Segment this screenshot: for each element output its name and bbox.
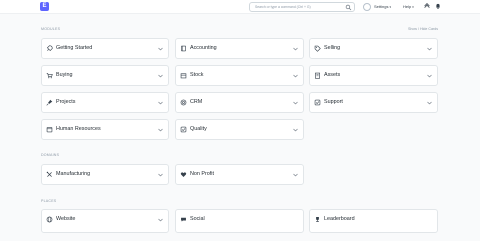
- notification-icon[interactable]: [423, 2, 431, 10]
- module-label: Buying: [56, 72, 73, 78]
- module-label: Accounting: [190, 45, 217, 51]
- module-label: CRM: [190, 99, 203, 105]
- chevron-down-icon[interactable]: [158, 74, 163, 78]
- domain-card-non-profit[interactable]: Non Profit: [175, 164, 304, 185]
- module-card-human-resources[interactable]: Human Resources: [41, 119, 169, 140]
- domain-label: Manufacturing: [56, 171, 91, 177]
- app-logo[interactable]: E: [40, 2, 49, 11]
- module-card-support[interactable]: Support: [309, 92, 438, 113]
- show-hide-cards-link[interactable]: Show / Hide Cards: [408, 27, 438, 32]
- module-card-buying[interactable]: Buying: [41, 65, 169, 86]
- pin-icon: [46, 99, 53, 106]
- chevron-down-icon[interactable]: [158, 47, 163, 51]
- module-card-crm[interactable]: CRM: [175, 92, 304, 113]
- chevron-down-icon[interactable]: [158, 218, 163, 222]
- bell-icon[interactable]: [434, 2, 442, 10]
- chevron-down-icon[interactable]: [293, 47, 298, 51]
- modules-section-title: Modules: [41, 27, 61, 31]
- module-label: Stock: [190, 72, 204, 78]
- place-card-leaderboard[interactable]: Leaderboard: [309, 209, 438, 233]
- place-label: Website: [56, 216, 76, 222]
- place-label: Leaderboard: [324, 216, 355, 222]
- avatar-circle-icon[interactable]: [363, 3, 371, 11]
- module-label: Support: [324, 99, 343, 105]
- module-card-stock[interactable]: Stock: [175, 65, 304, 86]
- domain-card-manufacturing[interactable]: Manufacturing: [41, 164, 169, 185]
- domains-section-title: Domains: [41, 153, 60, 157]
- box-icon: [180, 73, 187, 79]
- module-card-selling[interactable]: Selling: [309, 38, 438, 59]
- tools-icon: [46, 171, 52, 177]
- chevron-down-icon[interactable]: [427, 47, 432, 51]
- cart-icon: [46, 73, 53, 79]
- heart-icon: [180, 172, 187, 177]
- chevron-down-icon[interactable]: [427, 101, 432, 105]
- chevron-down-icon[interactable]: [293, 173, 298, 177]
- module-card-accounting[interactable]: Accounting: [175, 38, 304, 59]
- navbar: E Search or type a command (Ctrl + G) Se…: [0, 0, 480, 14]
- domain-label: Non Profit: [190, 171, 214, 177]
- target-icon: [180, 99, 187, 106]
- chevron-down-icon[interactable]: [158, 101, 163, 105]
- module-card-getting-started[interactable]: Getting Started: [41, 38, 169, 59]
- settings-dropdown[interactable]: Settings▾: [374, 3, 391, 11]
- globe-icon: [46, 216, 53, 223]
- module-label: Human Resources: [56, 126, 101, 132]
- calendar-icon: [46, 127, 53, 133]
- settings-label: Settings: [374, 4, 389, 9]
- module-card-assets[interactable]: Assets: [309, 65, 438, 86]
- place-label: Social: [190, 216, 205, 222]
- chevron-down-icon[interactable]: [293, 74, 298, 78]
- module-label: Projects: [56, 99, 76, 105]
- building-icon: [315, 72, 320, 79]
- chevron-down-icon[interactable]: [427, 74, 432, 78]
- chevron-down-icon: ▾: [412, 5, 414, 9]
- module-label: Quality: [190, 126, 207, 132]
- places-section-title: Places: [41, 199, 57, 203]
- chevron-down-icon: ▾: [389, 5, 391, 9]
- place-card-website[interactable]: Website: [41, 209, 169, 233]
- module-card-quality[interactable]: Quality: [175, 119, 304, 140]
- search-placeholder: Search or type a command (Ctrl + G): [255, 5, 311, 9]
- tag-icon: [314, 45, 321, 52]
- module-label: Selling: [324, 45, 341, 51]
- rocket-icon: [46, 45, 53, 52]
- chevron-down-icon[interactable]: [158, 173, 163, 177]
- search-bar[interactable]: Search or type a command (Ctrl + G): [249, 2, 355, 12]
- module-label: Getting Started: [56, 45, 93, 51]
- book-icon: [181, 45, 186, 52]
- help-label: Help: [403, 4, 412, 9]
- help-dropdown[interactable]: Help▾: [403, 3, 414, 11]
- trophy-icon: [316, 217, 319, 222]
- chat-icon: [181, 217, 186, 222]
- chevron-down-icon[interactable]: [293, 101, 298, 105]
- place-card-social[interactable]: Social: [175, 209, 304, 233]
- module-label: Assets: [324, 72, 341, 78]
- module-card-projects[interactable]: Projects: [41, 92, 169, 113]
- check-icon: [314, 99, 321, 106]
- search-icon[interactable]: [345, 4, 352, 11]
- check-icon: [180, 126, 187, 133]
- chevron-down-icon[interactable]: [293, 128, 298, 132]
- chevron-down-icon[interactable]: [158, 128, 163, 132]
